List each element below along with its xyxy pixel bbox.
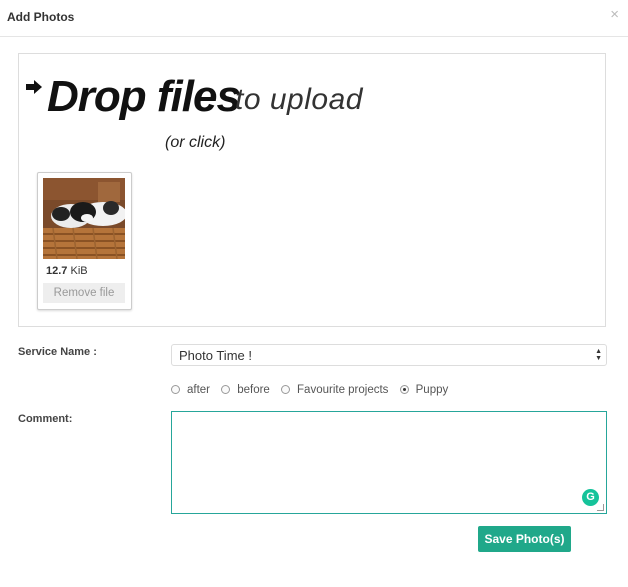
radio-circle-icon: [281, 385, 291, 395]
save-photos-button[interactable]: Save Photo(s): [478, 526, 571, 552]
file-size-unit: KiB: [70, 265, 88, 277]
tag-radio-group: after before Favourite projects Puppy: [171, 384, 456, 396]
select-arrows-icon: ▲ ▼: [595, 348, 602, 362]
comment-textarea[interactable]: [171, 411, 607, 514]
radio-circle-icon: [171, 385, 180, 395]
puppy-thumbnail-image: [43, 178, 125, 259]
dropzone-title: Drop files: [47, 72, 241, 121]
file-dropzone[interactable]: Drop files to upload (or click) 12.7 KiB…: [18, 53, 606, 327]
service-name-label: Service Name :: [18, 346, 97, 358]
radio-before[interactable]: before: [221, 384, 270, 396]
dropzone-click-hint: (or click): [165, 134, 226, 151]
file-size-value: 12.7: [46, 265, 68, 277]
remove-file-button[interactable]: Remove file: [43, 283, 125, 303]
comment-label: Comment:: [18, 413, 73, 425]
file-preview: 12.7 KiB Remove file: [37, 172, 132, 310]
radio-label: before: [237, 384, 270, 396]
radio-favourite-projects[interactable]: Favourite projects: [281, 384, 388, 396]
radio-label: Puppy: [415, 384, 449, 396]
service-name-value: Photo Time !: [179, 348, 252, 363]
radio-circle-icon: [221, 385, 231, 395]
radio-label: Favourite projects: [297, 384, 389, 396]
service-name-select[interactable]: Photo Time ! ▲ ▼: [171, 344, 607, 366]
radio-puppy[interactable]: Puppy: [399, 384, 449, 396]
modal-header: Add Photos ×: [0, 0, 628, 37]
radio-checked-icon: [399, 385, 409, 395]
radio-after[interactable]: after: [171, 384, 210, 396]
modal-title: Add Photos: [7, 10, 75, 24]
close-icon[interactable]: ×: [610, 7, 619, 22]
arrow-right-icon: [26, 80, 42, 94]
dropzone-subtitle: to upload: [235, 83, 363, 116]
resize-handle-icon[interactable]: [597, 504, 604, 511]
file-size: 12.7 KiB: [46, 265, 88, 277]
radio-label: after: [187, 384, 211, 396]
